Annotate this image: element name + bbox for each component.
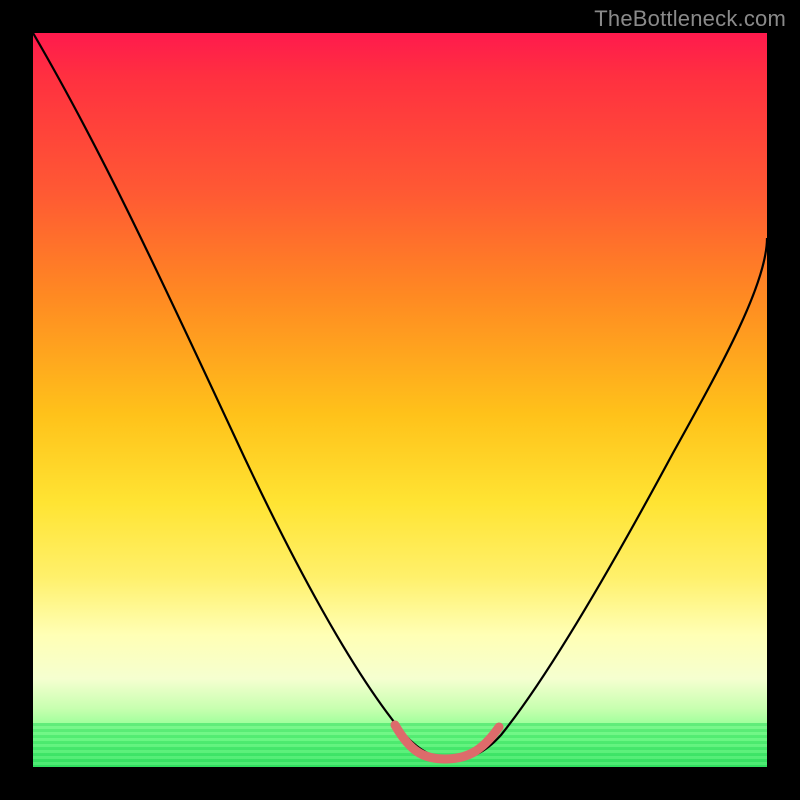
chart-plot-area	[33, 33, 767, 767]
chart-frame: TheBottleneck.com	[0, 0, 800, 800]
curve-path	[33, 33, 767, 759]
bottleneck-curve	[33, 33, 767, 767]
curve-highlight	[395, 725, 499, 759]
watermark-text: TheBottleneck.com	[594, 6, 786, 32]
